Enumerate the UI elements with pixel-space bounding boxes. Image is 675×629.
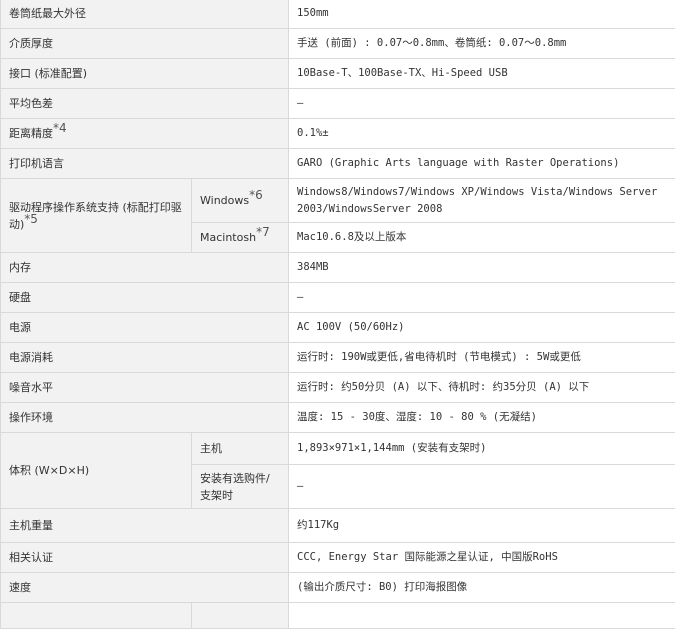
spec-label: 打印机语言 xyxy=(1,149,289,179)
table-row: 卷筒纸最大外径 150mm xyxy=(1,0,675,29)
spec-label: 平均色差 xyxy=(1,89,289,119)
table-row xyxy=(1,603,675,629)
spec-sublabel-cell: Macintosh*7 xyxy=(192,223,289,253)
spec-sublabel-cell xyxy=(192,603,289,629)
spec-value-cell xyxy=(289,603,675,629)
spec-label: 硬盘 xyxy=(1,283,289,313)
table-row: 内存 384MB xyxy=(1,253,675,283)
spec-label: 接口 (标准配置) xyxy=(1,59,289,89)
spec-table: 卷筒纸最大外径 150mm 介质厚度 手送 (前面) : 0.07～0.8mm、… xyxy=(0,0,675,629)
spec-sublabel: Macintosh xyxy=(200,231,256,244)
table-row: 距离精度*4 0.1%± xyxy=(1,119,675,149)
table-row: 电源消耗 运行时: 190W或更低,省电待机时 (节电模式) : 5W或更低 xyxy=(1,343,675,373)
spec-label: 相关认证 xyxy=(1,543,289,573)
footnote-mark: *5 xyxy=(24,212,38,226)
table-row: 介质厚度 手送 (前面) : 0.07～0.8mm、卷筒纸: 0.07～0.8m… xyxy=(1,29,675,59)
spec-label: 体积 (W×D×H) xyxy=(1,433,192,509)
table-row: 速度 (输出介质尺寸: B0) 打印海报图像 xyxy=(1,573,675,603)
spec-value: 温度: 15 - 30度、湿度: 10 - 80 % (无凝结) xyxy=(289,403,675,433)
table-row: 主机重量 约117Kg xyxy=(1,509,675,543)
spec-value: Windows8/Windows7/Windows XP/Windows Vis… xyxy=(289,179,675,223)
spec-label: 介质厚度 xyxy=(1,29,289,59)
table-row: 相关认证 CCC, Energy Star 国际能源之星认证, 中国版RoHS xyxy=(1,543,675,573)
spec-sublabel-cell: Windows*6 xyxy=(192,179,289,223)
spec-label: 噪音水平 xyxy=(1,373,289,403)
spec-label: 主机重量 xyxy=(1,509,289,543)
table-row: 电源 AC 100V (50/60Hz) xyxy=(1,313,675,343)
spec-label: 电源 xyxy=(1,313,289,343)
spec-label: 内存 xyxy=(1,253,289,283)
table-row: 平均色差 – xyxy=(1,89,675,119)
spec-label: 速度 xyxy=(1,573,289,603)
spec-value: 150mm xyxy=(289,0,675,29)
spec-value: 0.1%± xyxy=(289,119,675,149)
table-row: 操作环境 温度: 15 - 30度、湿度: 10 - 80 % (无凝结) xyxy=(1,403,675,433)
spec-value: 运行时: 190W或更低,省电待机时 (节电模式) : 5W或更低 xyxy=(289,343,675,373)
spec-value: 约117Kg xyxy=(289,509,675,543)
table-row: 驱动程序操作系统支持 (标配打印驱动)*5 Windows*6 Windows8… xyxy=(1,179,675,223)
spec-value: 手送 (前面) : 0.07～0.8mm、卷筒纸: 0.07～0.8mm xyxy=(289,29,675,59)
spec-value: – xyxy=(289,465,675,509)
table-row: 噪音水平 运行时: 约50分贝 (A) 以下、待机时: 约35分贝 (A) 以下 xyxy=(1,373,675,403)
spec-label: 操作环境 xyxy=(1,403,289,433)
spec-sublabel: 主机 xyxy=(192,433,289,465)
spec-sublabel: Windows xyxy=(200,194,249,207)
spec-label: 距离精度 xyxy=(9,127,53,140)
spec-value: 10Base-T、100Base-TX、Hi-Speed USB xyxy=(289,59,675,89)
spec-value: – xyxy=(289,283,675,313)
spec-label-cell: 距离精度*4 xyxy=(1,119,289,149)
spec-value: 1,893×971×1,144mm (安装有支架时) xyxy=(289,433,675,465)
spec-value: GARO (Graphic Arts language with Raster … xyxy=(289,149,675,179)
spec-label-cell xyxy=(1,603,192,629)
table-row: 接口 (标准配置) 10Base-T、100Base-TX、Hi-Speed U… xyxy=(1,59,675,89)
table-row: 打印机语言 GARO (Graphic Arts language with R… xyxy=(1,149,675,179)
spec-label: 电源消耗 xyxy=(1,343,289,373)
footnote-mark: *6 xyxy=(249,188,263,202)
spec-value: 运行时: 约50分贝 (A) 以下、待机时: 约35分贝 (A) 以下 xyxy=(289,373,675,403)
table-row: 体积 (W×D×H) 主机 1,893×971×1,144mm (安装有支架时) xyxy=(1,433,675,465)
footnote-mark: *4 xyxy=(53,121,67,135)
spec-value: AC 100V (50/60Hz) xyxy=(289,313,675,343)
footnote-mark: *7 xyxy=(256,225,270,239)
spec-value: CCC, Energy Star 国际能源之星认证, 中国版RoHS xyxy=(289,543,675,573)
spec-label-cell: 驱动程序操作系统支持 (标配打印驱动)*5 xyxy=(1,179,192,253)
table-row: 硬盘 – xyxy=(1,283,675,313)
spec-value: – xyxy=(289,89,675,119)
spec-value: Mac10.6.8及以上版本 xyxy=(289,223,675,253)
spec-sublabel: 安装有选购件/支架时 xyxy=(192,465,289,509)
spec-value: 384MB xyxy=(289,253,675,283)
spec-value: (输出介质尺寸: B0) 打印海报图像 xyxy=(289,573,675,603)
spec-label: 卷筒纸最大外径 xyxy=(1,0,289,29)
